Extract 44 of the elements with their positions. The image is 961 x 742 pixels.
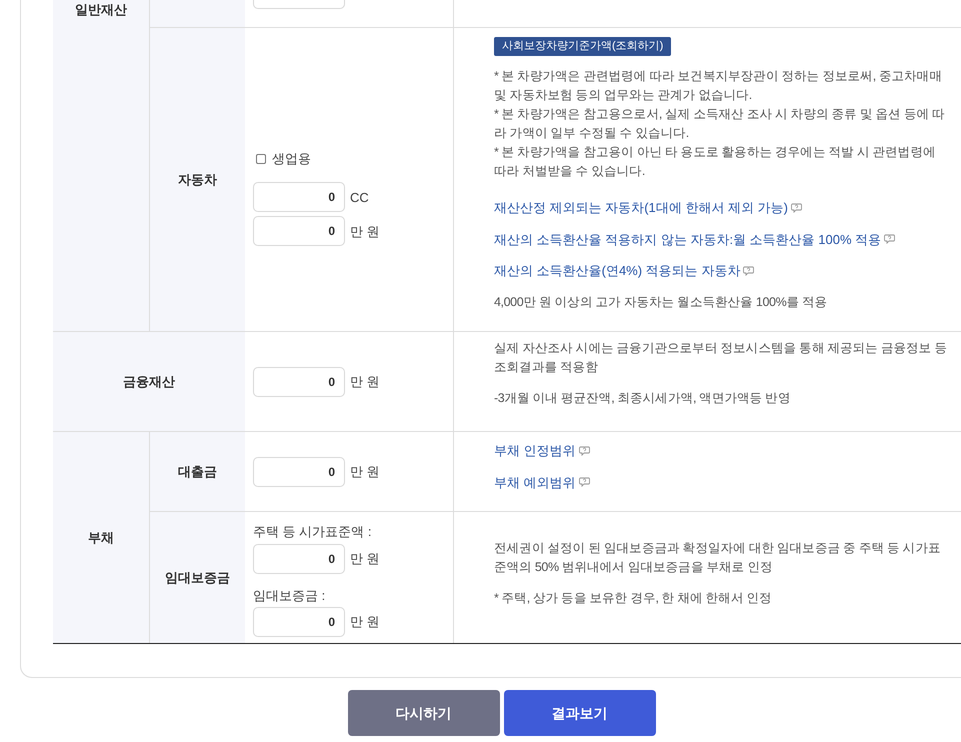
number-field[interactable]: 0: [253, 607, 345, 637]
row-header: 부채: [53, 431, 149, 643]
number-field[interactable]: 0: [253, 544, 345, 574]
note-text: * 본 차량가액을 참고용이 아닌 타 용도로 활용하는 경우에는 적발 시 관련법령에 따라 처벌받을 수 있습니다.: [494, 144, 936, 180]
number-field[interactable]: 0: [253, 456, 345, 486]
field-caption: 주택 등 시가표준액 :: [253, 523, 372, 541]
note-text: * 본 차량가액은 참고용으로서, 실제 소득재산 조사 시 차량의 종류 및 옵션 등에 따라 가액이 일부 수정될 수 있습니다.: [494, 106, 946, 142]
submit-button[interactable]: 결과보기: [504, 690, 656, 736]
note-text: 전세권이 설정이 된 임대보증금과 확정일자에 대한 임대보증금 중 주택 등 시가표준액의 50% 범위내에서 임대보증금을 부채로 인정: [494, 540, 942, 576]
info-link[interactable]: 부채 예외범위: [494, 472, 951, 492]
row-header: 임대보증금: [149, 511, 245, 643]
note-text: * 본 차량가액은 관련법령에 따라 보건복지부장관이 정하는 정보로써, 중고차매매 및 자동차보험 등의 업무와는 관계가 없습니다.: [494, 68, 943, 104]
row-header: 대출금: [149, 431, 245, 511]
lookup-badge-button[interactable]: 사회보장차량기준가액(조회하기): [494, 37, 672, 56]
row-header: 일반재산: [53, 0, 149, 331]
help-bubble-icon: [884, 234, 896, 244]
number-field[interactable]: 0: [253, 182, 345, 212]
help-bubble-icon: [578, 477, 590, 488]
unit-label: 만 원: [350, 222, 380, 240]
help-bubble-icon: [790, 202, 802, 213]
help-bubble-icon: [578, 446, 590, 456]
note-text: * 주택, 상가 등을 보유한 경우, 한 채에 한해서 인정: [494, 590, 773, 607]
note-text: 4,000만 원 이상의 고가 자동차는 월소득환산율 100%를 적용: [494, 294, 828, 310]
number-field[interactable]: 0: [253, 216, 345, 246]
checkbox-label: 생업용: [272, 150, 311, 168]
number-field[interactable]: [253, 0, 345, 9]
unit-label: 만 원: [350, 372, 380, 391]
row-header: 금융재산: [53, 331, 245, 431]
reset-button[interactable]: 다시하기: [348, 690, 500, 736]
note-text: -3개월 이내 평균잔액, 최종시세가액, 액면가액등 반영: [494, 390, 792, 407]
help-bubble-icon: [743, 266, 754, 276]
unit-label: 만 원: [350, 613, 380, 632]
unit-label: 만 원: [350, 550, 380, 568]
note-text: 실제 자산조사 시에는 금융기관으로부터 정보시스템을 통해 제공되는 금융정보 등 조회결과를 적용함: [494, 340, 948, 376]
info-link[interactable]: 재산산정 제외되는 자동차(1대에 한해서 제외 가능): [494, 198, 951, 218]
unit-label: CC: [350, 188, 369, 206]
info-link[interactable]: 재산의 소득환산율(연4%) 적용되는 자동차: [494, 261, 951, 280]
info-link[interactable]: 부채 인정범위: [494, 441, 951, 460]
unit-label: 만 원: [350, 462, 380, 481]
info-link[interactable]: 재산의 소득환산율 적용하지 않는 자동차:월 소득환산율 100% 적용: [494, 230, 951, 249]
number-field[interactable]: 0: [253, 366, 345, 396]
row-header: 자동차: [149, 28, 245, 331]
field-caption: 임대보증금 :: [253, 586, 326, 604]
checkbox[interactable]: [256, 154, 266, 164]
